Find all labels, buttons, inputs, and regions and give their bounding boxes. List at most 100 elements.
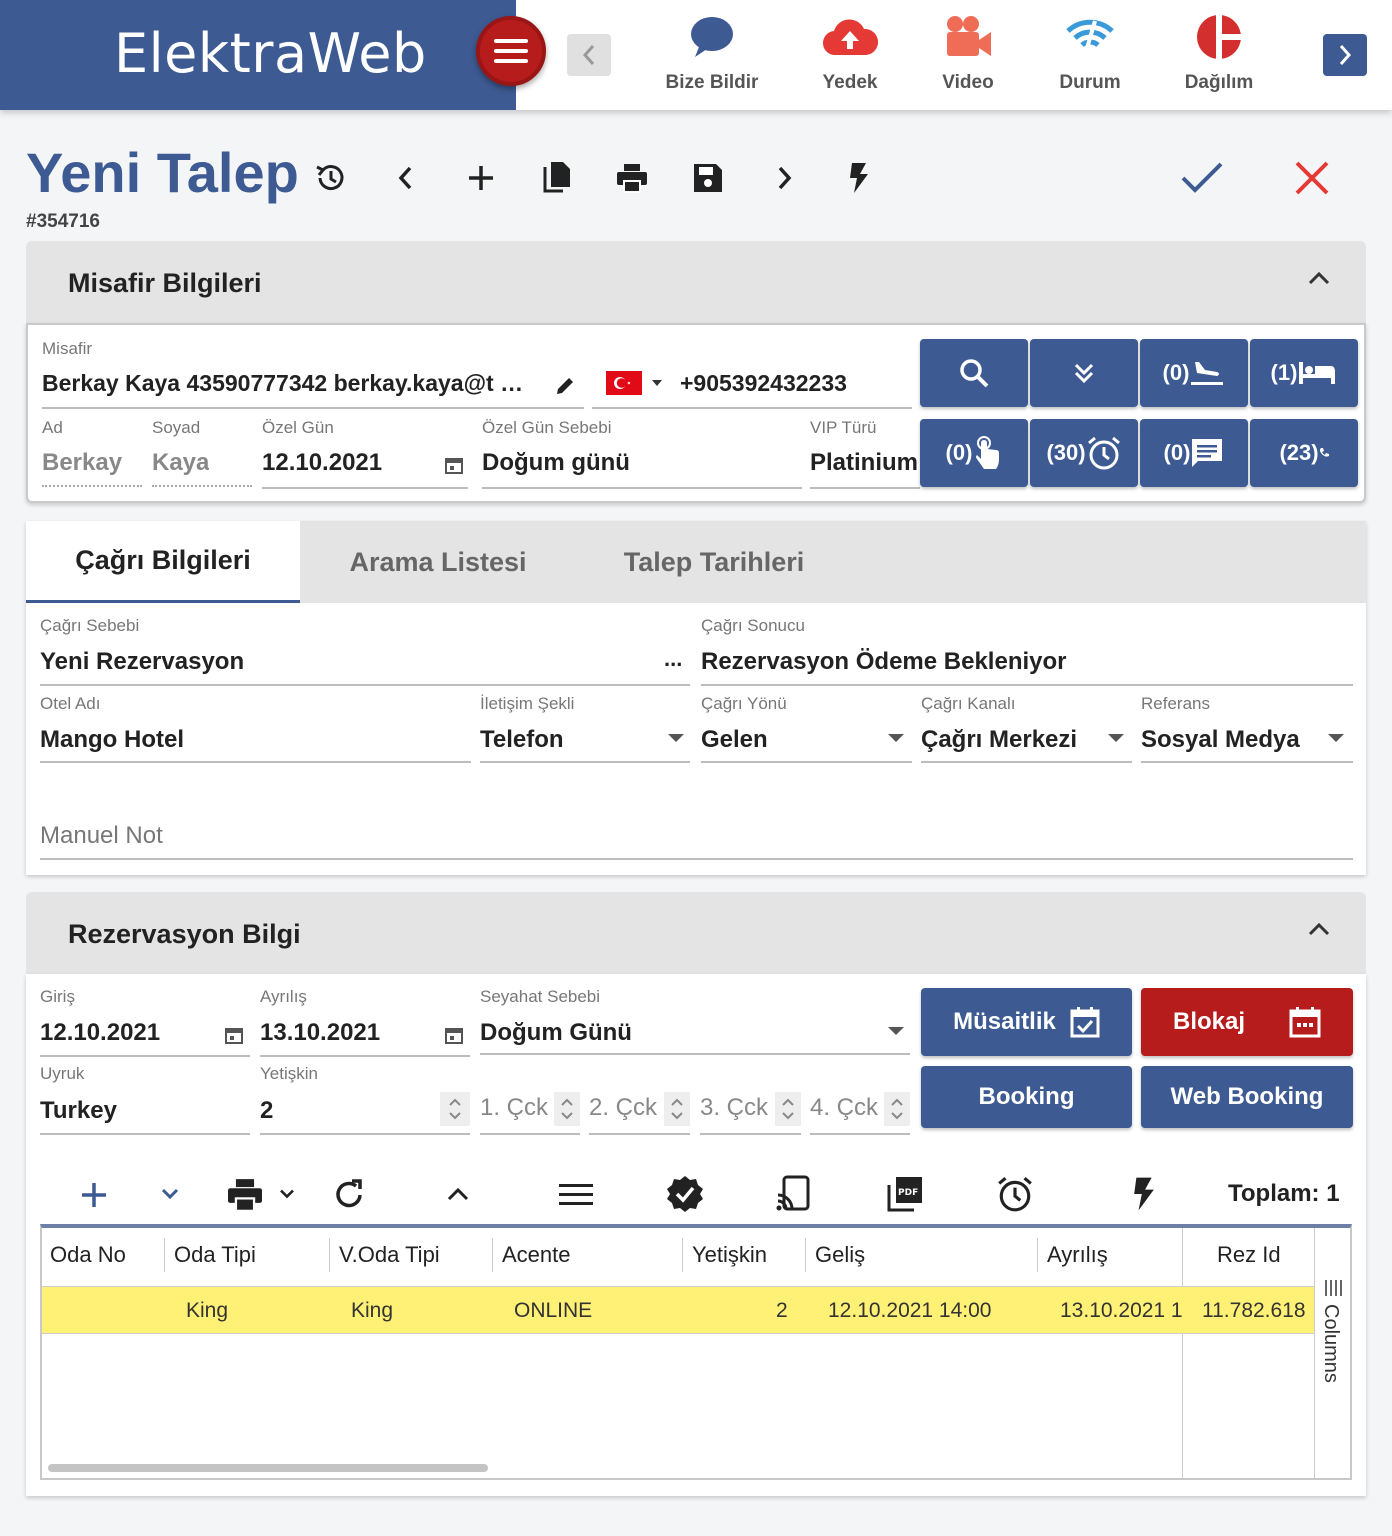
- departures-button[interactable]: (0): [1140, 339, 1248, 407]
- cocuk-4-stepper[interactable]: [884, 1092, 910, 1126]
- chevron-up-icon[interactable]: [1308, 921, 1330, 937]
- dropdown-arrow-icon[interactable]: [1108, 734, 1124, 742]
- ozel-gun-sebebi-input[interactable]: Doğum günü: [482, 449, 630, 477]
- col-header-oda-no[interactable]: Oda No: [50, 1242, 126, 1268]
- calendar-icon[interactable]: [224, 1025, 244, 1045]
- cocuk-4-input[interactable]: 4. Çck: [810, 1094, 878, 1122]
- alarms-button[interactable]: (30): [1030, 419, 1138, 487]
- cocuk-3-input[interactable]: 3. Çck: [700, 1094, 768, 1122]
- country-code-dropdown-icon[interactable]: [652, 380, 662, 386]
- cocuk-2-stepper[interactable]: [664, 1092, 690, 1126]
- iletisim-sekli-select[interactable]: Telefon: [480, 726, 564, 754]
- col-header-oda-tipi[interactable]: Oda Tipi: [174, 1242, 256, 1268]
- giris-input[interactable]: 12.10.2021: [40, 1019, 160, 1047]
- booking-button[interactable]: Booking: [921, 1066, 1132, 1128]
- add-row-icon[interactable]: [80, 1181, 108, 1209]
- chevron-up-icon[interactable]: [1308, 270, 1330, 286]
- col-header-ayrilis[interactable]: Ayrılış: [1047, 1242, 1108, 1268]
- cast-icon[interactable]: [776, 1175, 810, 1213]
- durum-button[interactable]: Durum: [1030, 8, 1150, 94]
- yetiskin-input[interactable]: 2: [260, 1097, 273, 1125]
- col-header-v-oda-tipi[interactable]: V.Oda Tipi: [339, 1242, 440, 1268]
- save-button[interactable]: [686, 156, 730, 200]
- pdf-icon[interactable]: PDF: [886, 1175, 924, 1213]
- previous-record-button[interactable]: [384, 156, 428, 200]
- call-records-button[interactable]: (23): [1250, 419, 1358, 487]
- cagri-sonucu-input[interactable]: Rezervasyon Ödeme Bekleniyor: [701, 648, 1067, 676]
- vip-select[interactable]: Platinium: [810, 449, 920, 477]
- next-record-button[interactable]: [762, 156, 806, 200]
- new-record-button[interactable]: [459, 156, 503, 200]
- horizontal-scrollbar[interactable]: [48, 1464, 488, 1472]
- expand-more-button[interactable]: [1030, 339, 1138, 407]
- chevron-up-icon[interactable]: [446, 1186, 470, 1202]
- web-booking-button[interactable]: Web Booking: [1141, 1066, 1353, 1128]
- tab-talep-tarihleri[interactable]: Talep Tarihleri: [576, 521, 852, 603]
- calendar-icon[interactable]: [444, 455, 464, 475]
- cocuk-3-stepper[interactable]: [775, 1092, 801, 1126]
- history-button[interactable]: [308, 156, 352, 200]
- col-header-rez-id[interactable]: Rez Id: [1217, 1242, 1281, 1268]
- printer-icon[interactable]: [226, 1178, 264, 1212]
- manuel-not-input[interactable]: Manuel Not: [40, 822, 163, 850]
- cagri-kanali-select[interactable]: Çağrı Merkezi: [921, 726, 1077, 754]
- quick-action-button[interactable]: [837, 156, 881, 200]
- cagri-yonu-select[interactable]: Gelen: [701, 726, 768, 754]
- chevron-down-icon[interactable]: [160, 1187, 180, 1201]
- confirm-button[interactable]: [1178, 156, 1226, 200]
- search-guest-button[interactable]: [920, 339, 1028, 407]
- cagri-sebebi-input[interactable]: Yeni Rezervasyon: [40, 648, 244, 676]
- edit-pencil-icon[interactable]: [554, 375, 576, 397]
- main-menu-button[interactable]: [476, 16, 546, 86]
- touch-requests-button[interactable]: (0): [920, 419, 1028, 487]
- seyahat-sebebi-select[interactable]: Doğum Günü: [480, 1019, 632, 1047]
- table-row[interactable]: King King ONLINE 2 12.10.2021 14:00 13.1…: [42, 1286, 1314, 1334]
- dropdown-arrow-icon[interactable]: [668, 734, 684, 742]
- dagilim-button[interactable]: Dağılım: [1159, 8, 1279, 94]
- yedek-button[interactable]: Yedek: [790, 8, 910, 94]
- uyruk-select[interactable]: Turkey: [40, 1097, 117, 1125]
- dropdown-arrow-icon[interactable]: [888, 734, 904, 742]
- otel-adi-select[interactable]: Mango Hotel: [40, 726, 184, 754]
- misafir-input[interactable]: Berkay Kaya 43590777342 berkay.kaya@t …: [42, 370, 542, 397]
- yetiskin-stepper[interactable]: [440, 1092, 470, 1126]
- referans-select[interactable]: Sosyal Medya: [1141, 726, 1300, 754]
- cancel-button[interactable]: [1288, 156, 1336, 200]
- phone-input[interactable]: +905392432233: [680, 370, 847, 397]
- turkey-flag-icon[interactable]: [606, 371, 642, 395]
- nav-back-button[interactable]: [567, 34, 611, 76]
- guest-panel-header[interactable]: Misafir Bilgileri: [26, 241, 1366, 323]
- columns-panel-toggle[interactable]: Columns: [1314, 1228, 1350, 1478]
- cocuk-1-input[interactable]: 1. Çck: [480, 1094, 548, 1122]
- col-header-acente[interactable]: Acente: [502, 1242, 571, 1268]
- list-menu-icon[interactable]: [559, 1182, 593, 1208]
- col-header-gelis[interactable]: Geliş: [815, 1242, 865, 1268]
- messages-button[interactable]: (0): [1140, 419, 1248, 487]
- ozel-gun-input[interactable]: 12.10.2021: [262, 449, 382, 477]
- alarm-clock-icon[interactable]: [996, 1175, 1034, 1213]
- cocuk-1-stepper[interactable]: [554, 1092, 580, 1126]
- tab-arama-listesi[interactable]: Arama Listesi: [300, 521, 576, 603]
- nav-forward-button[interactable]: [1323, 34, 1367, 76]
- cell-rez-id: 11.782.618: [1202, 1299, 1306, 1322]
- reservation-panel-header[interactable]: Rezervasyon Bilgi: [26, 892, 1366, 974]
- video-button[interactable]: Video: [908, 8, 1028, 94]
- ayrilis-input[interactable]: 13.10.2021: [260, 1019, 380, 1047]
- bize-bildir-button[interactable]: Bize Bildir: [652, 8, 772, 94]
- cagri-sebebi-more-button[interactable]: ...: [664, 646, 682, 672]
- print-button[interactable]: [610, 156, 654, 200]
- dropdown-arrow-icon[interactable]: [1328, 734, 1344, 742]
- lightning-icon[interactable]: [1132, 1176, 1156, 1212]
- refresh-icon[interactable]: [332, 1178, 366, 1212]
- tab-cagri-bilgileri[interactable]: Çağrı Bilgileri: [26, 521, 300, 603]
- stays-button[interactable]: (1): [1250, 339, 1358, 407]
- cocuk-2-input[interactable]: 2. Çck: [589, 1094, 657, 1122]
- copy-button[interactable]: [535, 156, 579, 200]
- chevron-down-icon[interactable]: [278, 1188, 296, 1200]
- verified-badge-icon[interactable]: [666, 1175, 704, 1213]
- dropdown-arrow-icon[interactable]: [888, 1027, 904, 1035]
- blokaj-button[interactable]: Blokaj: [1141, 988, 1353, 1056]
- musaitlik-button[interactable]: Müsaitlik: [921, 988, 1132, 1056]
- col-header-yetiskin[interactable]: Yetişkin: [692, 1242, 767, 1268]
- calendar-icon[interactable]: [444, 1025, 464, 1045]
